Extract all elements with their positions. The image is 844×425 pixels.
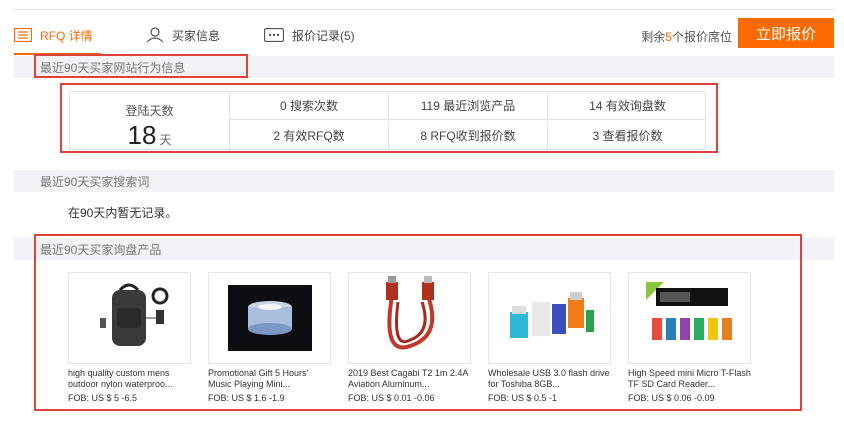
chat-bubble-icon [264,28,284,42]
tab-label: RFQ 详情 [40,28,93,43]
product-image[interactable] [348,272,471,364]
product-image[interactable] [628,272,751,364]
product-price: FOB: US $ 0.01 -0.06 [348,393,435,403]
product-image[interactable] [208,272,331,364]
product-card[interactable]: high quality custom mens outdoor nylon w… [68,272,192,406]
tab-label: 报价记录(5) [292,28,355,43]
product-title[interactable]: high quality custom mens outdoor nylon w… [68,368,192,390]
quote-now-button[interactable]: 立即报价 [738,18,834,48]
highlight-box [60,83,718,153]
product-card[interactable]: Promotional Gift 5 Hours' Music Playing … [208,272,332,406]
tab-rfq-details[interactable]: RFQ 详情 [14,18,101,55]
product-title[interactable]: Promotional Gift 5 Hours' Music Playing … [208,368,332,390]
product-price: FOB: US $ 5 -6.5 [68,393,138,403]
tab-buyer-info[interactable]: 买家信息 [146,18,220,52]
product-card[interactable]: Wholesale USB 3.0 flash drive for Toshib… [488,272,612,406]
product-price: FOB: US $ 0.06 -0.09 [628,393,715,403]
remaining-slots: 剩余5个报价席位 [641,30,732,44]
top-divider [14,9,834,10]
no-record-text: 在90天内暂无记录。 [68,206,178,220]
highlight-box [34,54,248,78]
user-icon [146,27,164,43]
tab-quote-records[interactable]: 报价记录(5) [264,18,355,52]
inquiry-product-list: high quality custom mens outdoor nylon w… [68,272,768,406]
section-title: 最近90天买家搜索词 [40,174,150,189]
product-title[interactable]: 2019 Best Cagabi T2 1m 2.4A Aviation Alu… [348,368,472,390]
product-price: FOB: US $ 0.5 -1 [488,393,558,403]
product-title[interactable]: Wholesale USB 3.0 flash drive for Toshib… [488,368,612,390]
product-image[interactable] [68,272,191,364]
tab-label: 买家信息 [172,28,221,43]
product-image[interactable] [488,272,611,364]
tab-bar: RFQ 详情 买家信息 报价记录(5) 剩余5个报价席位 立即报价 [14,18,834,55]
product-card[interactable]: 2019 Best Cagabi T2 1m 2.4A Aviation Alu… [348,272,472,406]
product-price: FOB: US $ 1.6 -1.9 [208,393,285,403]
document-list-icon [14,28,32,42]
product-title[interactable]: High Speed mini Micro T-Flash TF SD Card… [628,368,752,390]
product-card[interactable]: High Speed mini Micro T-Flash TF SD Card… [628,272,752,406]
search-section-header: 最近90天买家搜索词 [14,170,834,192]
remaining-count: 5 [665,30,672,44]
